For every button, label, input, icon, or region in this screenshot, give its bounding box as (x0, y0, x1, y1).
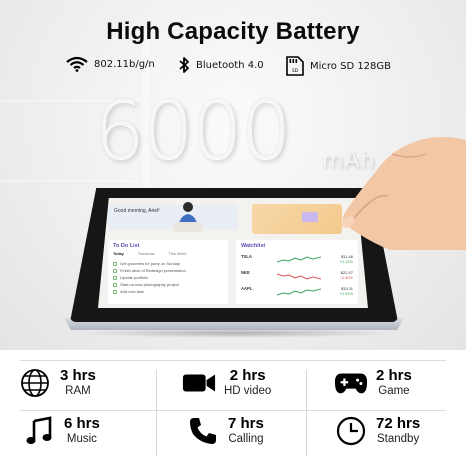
divider (20, 360, 446, 361)
list-item: Finish deck of Redesign presentation (113, 267, 186, 274)
spec-bluetooth-label: Bluetooth 4.0 (196, 59, 264, 71)
spec-bluetooth: Bluetooth 4.0 (178, 56, 264, 74)
stat-hours: 7 hrs (228, 415, 264, 433)
person-illustration (174, 202, 202, 232)
phone-icon (190, 418, 216, 444)
screen-card (252, 204, 342, 234)
stat-music: 6 hrs Music (22, 414, 100, 448)
stat-label: Game (378, 384, 410, 397)
sd-card-icon: SD (286, 56, 304, 76)
list-item: Update portfolio (113, 274, 186, 281)
spec-wifi: 802.11b/g/n (66, 56, 155, 72)
todo-title: To Do List (113, 243, 140, 249)
stat-hours: 2 hrs (229, 367, 266, 385)
stat-label: HD video (224, 384, 272, 397)
stat-hours: 2 hrs (376, 367, 412, 385)
watchlist-row: AAPL $13.11 +0.41% (241, 286, 353, 296)
todo-tab: Today (113, 252, 124, 256)
stat-label: Calling (228, 432, 264, 445)
spec-storage: SD Micro SD 128GB (286, 56, 391, 76)
todo-list: Get groceries for party on Sunday Finish… (113, 260, 186, 295)
divider (20, 410, 446, 411)
video-camera-icon (182, 374, 216, 392)
spec-storage-label: Micro SD 128GB (310, 60, 392, 72)
stat-standby: 72 hrs Standby (334, 414, 420, 448)
divider (306, 370, 307, 456)
stat-calling: 7 hrs Calling (186, 414, 264, 448)
divider (156, 370, 157, 456)
list-item: Add new task (113, 288, 186, 295)
globe-icon (21, 369, 49, 397)
clock-icon (336, 416, 366, 446)
bluetooth-icon (179, 57, 189, 73)
watchlist-row: TSLA $11.46 +0.12% (241, 254, 353, 264)
list-item: Start on new photography project (113, 281, 186, 288)
list-item: Get groceries for party on Sunday (113, 260, 186, 267)
gamepad-icon (334, 373, 368, 394)
capacity-number: 6000 (94, 84, 292, 177)
watchlist-title: Watchlist (241, 243, 266, 249)
todo-widget: To Do List Today Tomorrow This Week Get … (108, 240, 228, 304)
stat-label: Standby (377, 432, 420, 445)
spec-wifi-label: 802.11b/g/n (94, 58, 155, 70)
wifi-icon (66, 56, 88, 72)
stat-hd-video: 2 hrs HD video (182, 366, 271, 400)
todo-tab: This Week (168, 252, 187, 256)
hand-illustration (341, 137, 466, 250)
page-title: High Capacity Battery (106, 18, 360, 45)
stat-ram: 3 hrs RAM (18, 366, 96, 400)
svg-text:SD: SD (292, 68, 299, 74)
stat-label: Music (66, 432, 97, 445)
music-note-icon (26, 416, 52, 444)
tablet-screen: Good morning, Ariel! To Do List Today To… (98, 198, 368, 308)
watchlist-row: NKE $22.47 -0.40% (241, 270, 353, 280)
stat-hours: 72 hrs (376, 415, 421, 433)
stat-game: 2 hrs Game (334, 366, 412, 400)
stat-hours: 6 hrs (64, 415, 100, 433)
todo-tab: Tomorrow (137, 252, 155, 256)
spec-row: 802.11b/g/n Bluetooth 4.0 SD Micro SD 12… (0, 56, 466, 82)
screen-banner-text: Good morning, Ariel! (114, 208, 160, 214)
stat-label: RAM (65, 384, 91, 397)
screen-card-badge (302, 212, 318, 222)
todo-tabs: Today Tomorrow This Week (113, 252, 186, 256)
stat-hours: 3 hrs (60, 367, 96, 385)
